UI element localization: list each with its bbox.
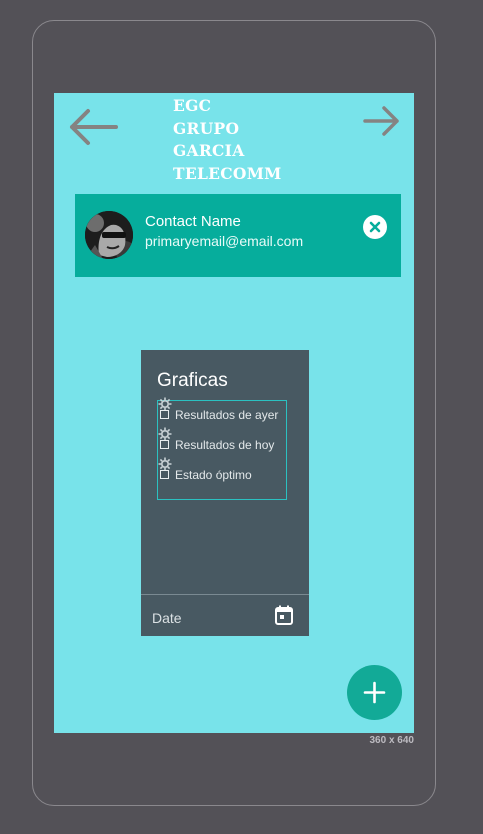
avatar [85,211,133,259]
close-circle-icon[interactable] [363,215,387,239]
device-size-label: 360 x 640 [369,735,415,746]
add-button[interactable] [347,665,402,720]
gear-icon [158,457,172,471]
option-label: Resultados de hoy [175,438,275,452]
plus-icon [363,681,386,704]
contact-email: primaryemail@email.com [145,233,304,249]
date-label: Date [152,610,182,626]
gear-icon [158,427,172,441]
option-estado-optimo[interactable]: Estado óptimo [158,457,286,491]
calendar-icon[interactable] [275,605,293,625]
arrow-left-icon[interactable] [66,107,118,147]
contact-card[interactable]: Contact Name primaryemail@email.com [75,194,401,277]
option-label: Resultados de ayer [175,408,279,422]
checkbox[interactable] [160,440,169,449]
panel-title: Graficas [157,370,228,391]
checkbox[interactable] [160,410,169,419]
brand-line: GARCIA [173,141,245,160]
avatar-image [85,211,133,259]
option-resultados-ayer[interactable]: Resultados de ayer [158,397,286,431]
gear-icon [158,397,172,411]
chart-options-list: Resultados de ayer Resultados de hoy Est… [157,397,287,500]
arrow-right-icon[interactable] [362,103,402,139]
brand-line: GRUPO [173,118,240,138]
graficas-panel: Graficas Resultados de ayer Resultados d… [141,350,309,636]
contact-name: Contact Name [145,213,241,230]
checkbox[interactable] [160,470,169,479]
brand-title: EGC GRUPO GARCIA TELECOMM [173,95,333,185]
brand-line: TELECOMM [173,163,282,183]
option-label: Estado óptimo [175,468,252,482]
option-resultados-hoy[interactable]: Resultados de hoy [158,427,286,461]
divider [141,594,309,595]
app-screen: EGC GRUPO GARCIA TELECOMM Contact Name p… [54,93,414,733]
brand-line: EGC [173,96,212,115]
